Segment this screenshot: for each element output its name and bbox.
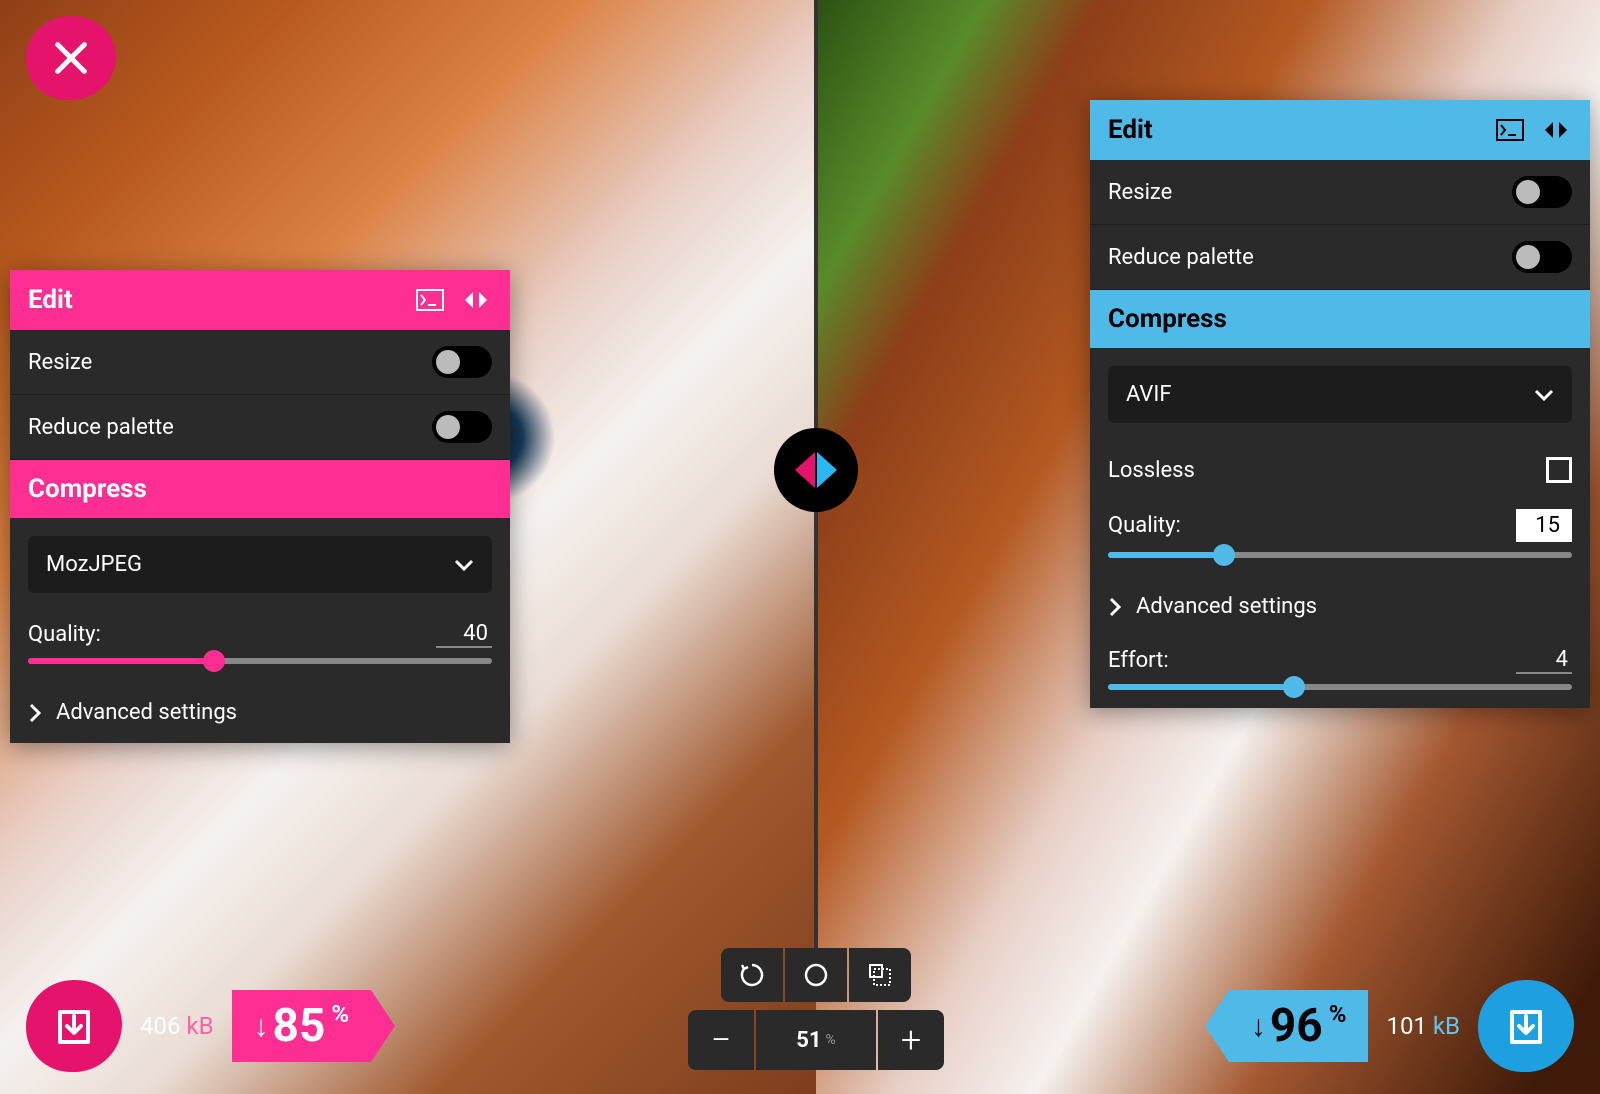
advanced-settings-right[interactable]: Advanced settings (1090, 576, 1590, 637)
advanced-settings-left[interactable]: Advanced settings (10, 682, 510, 743)
reduce-palette-label: Reduce palette (28, 415, 432, 440)
codec-select-left[interactable]: MozJPEG (28, 536, 492, 593)
reduce-palette-row-left: Reduce palette (10, 395, 510, 460)
quality-row-right: Quality: 15 (1090, 499, 1590, 576)
background-toggle-button[interactable] (785, 948, 847, 1002)
savings-value: 85 (273, 999, 326, 1053)
chevron-right-icon (817, 452, 837, 488)
collapse-icon[interactable] (1540, 114, 1572, 146)
quality-row-left: Quality: 40 (10, 611, 510, 682)
edit-header-right: Edit (1090, 100, 1590, 160)
quality-slider-right[interactable] (1108, 552, 1572, 558)
resize-row-right: Resize (1090, 160, 1590, 225)
close-icon (51, 38, 91, 78)
circle-icon (803, 962, 829, 988)
zoom-out-button[interactable]: − (688, 1010, 754, 1070)
quality-value-right[interactable]: 15 (1516, 509, 1572, 542)
download-cluster-left: 406 kB ↓ 85 % (26, 980, 371, 1072)
resize-label: Resize (28, 350, 432, 375)
collapse-icon[interactable] (460, 284, 492, 316)
zoom-in-button[interactable]: + (878, 1010, 944, 1070)
file-size-left: 406 kB (140, 1012, 214, 1040)
close-button[interactable] (26, 16, 116, 100)
effort-value[interactable]: 4 (1516, 647, 1572, 674)
minus-icon: − (711, 1019, 732, 1061)
codec-value: MozJPEG (46, 552, 454, 577)
quality-slider-left[interactable] (28, 658, 492, 664)
savings-unit: % (331, 1000, 349, 1028)
cli-icon[interactable] (414, 284, 446, 316)
zoom-value[interactable]: 51 % (756, 1010, 876, 1070)
crop-icon (866, 961, 894, 989)
effort-slider[interactable] (1108, 684, 1572, 690)
options-panel-right: Edit Resize Reduce palette Compress AVIF… (1090, 100, 1590, 708)
chevron-down-icon (454, 558, 474, 572)
cli-icon[interactable] (1494, 114, 1526, 146)
download-button-left[interactable] (26, 980, 122, 1072)
lossless-row: Lossless (1090, 441, 1590, 499)
codec-value: AVIF (1126, 382, 1534, 407)
savings-badge-left: ↓ 85 % (232, 990, 372, 1062)
rotate-button[interactable] (721, 948, 783, 1002)
reduce-palette-toggle-right[interactable] (1512, 241, 1572, 273)
quality-value-left[interactable]: 40 (436, 621, 492, 648)
reduce-palette-label: Reduce palette (1108, 245, 1512, 270)
download-button-right[interactable] (1478, 980, 1574, 1072)
compress-title: Compress (28, 474, 147, 504)
reduce-palette-toggle-left[interactable] (432, 411, 492, 443)
zoom-unit: % (825, 1032, 835, 1048)
view-toolbar: − 51 % + (688, 948, 944, 1070)
resize-label: Resize (1108, 180, 1512, 205)
options-panel-left: Edit Resize Reduce palette Compress MozJ… (10, 270, 510, 743)
edit-title: Edit (28, 285, 73, 315)
reduce-palette-row-right: Reduce palette (1090, 225, 1590, 290)
quality-label: Quality: (28, 622, 436, 647)
download-icon (1502, 1002, 1550, 1050)
savings-value: 96 (1270, 999, 1323, 1053)
effort-row: Effort: 4 (1090, 637, 1590, 708)
size-number: 101 (1386, 1012, 1426, 1040)
lossless-checkbox[interactable] (1546, 457, 1572, 483)
file-size-right: 101 kB (1386, 1012, 1460, 1040)
plus-icon: + (901, 1019, 921, 1061)
download-cluster-right: 101 kB ↓ 96 % (1229, 980, 1574, 1072)
edit-title: Edit (1108, 115, 1153, 145)
compress-title: Compress (1108, 304, 1227, 334)
codec-select-right[interactable]: AVIF (1108, 366, 1572, 423)
size-unit: kB (186, 1012, 213, 1040)
down-arrow-icon: ↓ (1251, 1009, 1266, 1044)
effort-label: Effort: (1108, 648, 1516, 673)
edit-header-left: Edit (10, 270, 510, 330)
advanced-label: Advanced settings (56, 700, 237, 725)
comparison-handle[interactable] (774, 428, 858, 512)
rotate-icon (738, 961, 766, 989)
chevron-right-icon (1108, 597, 1122, 617)
savings-badge-right: ↓ 96 % (1229, 990, 1369, 1062)
zoom-number: 51 (796, 1028, 821, 1053)
chevron-right-icon (28, 703, 42, 723)
compress-header-right: Compress (1090, 290, 1590, 348)
savings-unit: % (1329, 1000, 1347, 1028)
size-unit: kB (1433, 1012, 1460, 1040)
transform-button[interactable] (849, 948, 911, 1002)
advanced-label: Advanced settings (1136, 594, 1317, 619)
size-number: 406 (140, 1012, 180, 1040)
quality-label: Quality: (1108, 513, 1516, 538)
resize-toggle-right[interactable] (1512, 176, 1572, 208)
down-arrow-icon: ↓ (254, 1009, 269, 1044)
resize-row-left: Resize (10, 330, 510, 395)
chevron-down-icon (1534, 388, 1554, 402)
resize-toggle-left[interactable] (432, 346, 492, 378)
compress-header-left: Compress (10, 460, 510, 518)
chevron-left-icon (795, 452, 815, 488)
download-icon (50, 1002, 98, 1050)
lossless-label: Lossless (1108, 458, 1546, 483)
